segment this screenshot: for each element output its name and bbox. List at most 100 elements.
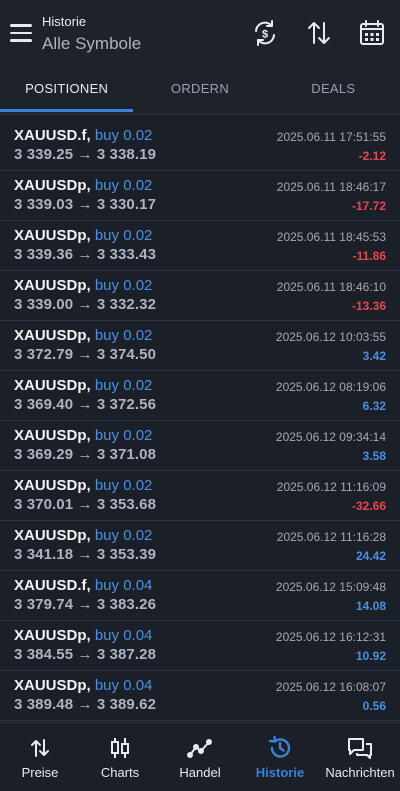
trade-profit: 3.42 bbox=[362, 349, 386, 363]
trade-time: 2025.06.12 16:08:07 bbox=[275, 680, 386, 694]
tab-positions[interactable]: POSITIONEN bbox=[0, 70, 134, 114]
app-header: Historie Alle Symbole $ bbox=[0, 0, 400, 70]
trade-side-volume: buy 0.04 bbox=[94, 627, 153, 644]
trade-profit: -32.66 bbox=[351, 499, 386, 513]
trade-side-volume: buy 0.02 bbox=[94, 477, 153, 494]
nav-item-preise[interactable]: Preise bbox=[0, 723, 80, 791]
trade-profit: 14.08 bbox=[355, 599, 386, 613]
trade-row[interactable]: XAUUSDp, buy 0.02 3 369.29 → 3 371.08 2025… bbox=[0, 421, 400, 471]
calendar-icon[interactable] bbox=[357, 18, 387, 48]
symbol-name: XAUUSDp, bbox=[14, 327, 91, 344]
chat-bubbles-icon bbox=[320, 735, 400, 761]
trade-symbol: XAUUSDp, buy 0.02 bbox=[14, 377, 152, 394]
trade-symbol: XAUUSDp, buy 0.04 bbox=[14, 627, 152, 644]
trade-row[interactable]: XAUUSDp, buy 0.02 3 339.36 → 3 333.43 2025… bbox=[0, 221, 400, 271]
nav-item-charts[interactable]: Charts bbox=[80, 723, 160, 791]
trade-side-volume: buy 0.04 bbox=[94, 577, 153, 594]
sort-arrows-icon[interactable] bbox=[304, 18, 334, 48]
open-close-prices: 3 384.55 → 3 387.28 bbox=[14, 646, 157, 663]
trade-symbol: XAUUSDp, buy 0.02 bbox=[14, 227, 152, 244]
trade-row[interactable]: XAUUSDp, buy 0.02 3 369.40 → 3 372.56 2025… bbox=[0, 371, 400, 421]
bottom-navigation: Preise Charts Handel Historie Nachrichte… bbox=[0, 722, 400, 791]
history-clock-icon bbox=[240, 735, 320, 761]
trade-row[interactable]: XAUUSDp, buy 0.02 3 341.18 → 3 353.39 2025… bbox=[0, 521, 400, 571]
trade-row[interactable]: XAUUSDp, buy 0.04 3 389.48 → 3 389.62 2025… bbox=[0, 671, 400, 721]
trade-profit: 3.58 bbox=[362, 449, 386, 463]
trade-row[interactable]: XAUUSDp, buy 0.04 3 384.55 → 3 387.28 2025… bbox=[0, 621, 400, 671]
symbol-name: XAUUSD.f, bbox=[14, 577, 91, 594]
tab-deals[interactable]: DEALS bbox=[267, 70, 400, 114]
trade-time: 2025.06.11 18:45:53 bbox=[276, 230, 386, 244]
trade-profit: -13.36 bbox=[351, 299, 386, 313]
trade-symbol: XAUUSDp, buy 0.02 bbox=[14, 277, 152, 294]
nav-label-charts: Charts bbox=[100, 765, 140, 780]
trade-time: 2025.06.12 11:16:09 bbox=[276, 480, 386, 494]
symbol-name: XAUUSDp, bbox=[14, 677, 91, 694]
trade-side-volume: buy 0.02 bbox=[94, 427, 153, 444]
symbol-filter-title[interactable]: Alle Symbole bbox=[42, 34, 141, 54]
svg-text:$: $ bbox=[262, 29, 268, 41]
trade-row[interactable]: XAUUSD.f, buy 0.02 3 339.25 → 3 338.19 202… bbox=[0, 121, 400, 171]
trade-profit: 10.92 bbox=[355, 649, 386, 663]
trade-time: 2025.06.11 18:46:17 bbox=[276, 180, 386, 194]
symbol-name: XAUUSDp, bbox=[14, 177, 91, 194]
open-close-prices: 3 370.01 → 3 353.68 bbox=[14, 496, 157, 513]
symbol-name: XAUUSDp, bbox=[14, 227, 91, 244]
symbol-name: XAUUSDp, bbox=[14, 427, 91, 444]
symbol-name: XAUUSDp, bbox=[14, 627, 91, 644]
trade-time: 2025.06.12 15:09:48 bbox=[275, 580, 386, 594]
open-close-prices: 3 379.74 → 3 383.26 bbox=[14, 596, 157, 613]
tabs-divider bbox=[0, 114, 400, 115]
trade-time: 2025.06.12 11:16:28 bbox=[276, 530, 386, 544]
nav-item-nachrichten[interactable]: Nachrichten bbox=[320, 723, 400, 791]
nav-label-handel: Handel bbox=[179, 765, 221, 780]
trade-profit: 6.32 bbox=[362, 399, 386, 413]
nav-label-historie: Historie bbox=[255, 765, 305, 780]
trade-side-volume: buy 0.02 bbox=[94, 177, 153, 194]
trade-profit: 24.42 bbox=[355, 549, 386, 563]
trade-row[interactable]: XAUUSDp, buy 0.02 3 339.00 → 3 332.32 2025… bbox=[0, 271, 400, 321]
tab-orders[interactable]: ORDERN bbox=[133, 70, 266, 114]
trade-side-volume: buy 0.02 bbox=[94, 527, 153, 544]
trade-time: 2025.06.12 16:12:31 bbox=[275, 630, 386, 644]
open-close-prices: 3 339.03 → 3 330.17 bbox=[14, 196, 157, 213]
open-close-prices: 3 369.29 → 3 371.08 bbox=[14, 446, 157, 463]
open-close-prices: 3 341.18 → 3 353.39 bbox=[14, 546, 157, 563]
trade-time: 2025.06.11 17:51:55 bbox=[276, 130, 386, 144]
history-tabs: POSITIONEN ORDERN DEALS bbox=[0, 70, 400, 114]
quotes-arrows-icon bbox=[0, 735, 80, 761]
trade-history-list: XAUUSD.f, buy 0.02 3 339.25 → 3 338.19 202… bbox=[0, 121, 400, 721]
trade-line-icon bbox=[160, 735, 240, 761]
trade-profit: -2.12 bbox=[358, 149, 386, 163]
open-close-prices: 3 369.40 → 3 372.56 bbox=[14, 396, 157, 413]
open-close-prices: 3 372.79 → 3 374.50 bbox=[14, 346, 157, 363]
currency-exchange-icon[interactable]: $ bbox=[250, 18, 280, 48]
trade-side-volume: buy 0.02 bbox=[94, 377, 153, 394]
trade-time: 2025.06.12 08:19:06 bbox=[275, 380, 386, 394]
nav-item-handel[interactable]: Handel bbox=[160, 723, 240, 791]
nav-item-historie[interactable]: Historie bbox=[240, 723, 320, 791]
trade-time: 2025.06.12 09:34:14 bbox=[275, 430, 386, 444]
trade-side-volume: buy 0.04 bbox=[94, 677, 153, 694]
open-close-prices: 3 389.48 → 3 389.62 bbox=[14, 696, 157, 713]
trade-symbol: XAUUSDp, buy 0.02 bbox=[14, 477, 152, 494]
candlestick-icon bbox=[80, 735, 160, 761]
trade-row[interactable]: XAUUSDp, buy 0.02 3 339.03 → 3 330.17 2025… bbox=[0, 171, 400, 221]
symbol-name: XAUUSDp, bbox=[14, 527, 91, 544]
trade-symbol: XAUUSDp, buy 0.04 bbox=[14, 677, 152, 694]
header-subtitle: Historie bbox=[42, 14, 87, 29]
trade-symbol: XAUUSDp, buy 0.02 bbox=[14, 427, 152, 444]
trade-side-volume: buy 0.02 bbox=[94, 227, 153, 244]
trade-symbol: XAUUSDp, buy 0.02 bbox=[14, 527, 152, 544]
trade-symbol: XAUUSD.f, buy 0.02 bbox=[14, 127, 152, 144]
trade-row[interactable]: XAUUSDp, buy 0.02 3 370.01 → 3 353.68 2025… bbox=[0, 471, 400, 521]
trade-side-volume: buy 0.02 bbox=[94, 277, 153, 294]
trade-symbol: XAUUSDp, buy 0.02 bbox=[14, 177, 152, 194]
trade-row[interactable]: XAUUSD.f, buy 0.04 3 379.74 → 3 383.26 202… bbox=[0, 571, 400, 621]
trade-time: 2025.06.11 18:46:10 bbox=[276, 280, 386, 294]
symbol-name: XAUUSDp, bbox=[14, 277, 91, 294]
symbol-name: XAUUSDp, bbox=[14, 377, 91, 394]
trade-row[interactable]: XAUUSDp, buy 0.02 3 372.79 → 3 374.50 2025… bbox=[0, 321, 400, 371]
hamburger-menu-icon[interactable] bbox=[10, 24, 32, 42]
trade-side-volume: buy 0.02 bbox=[94, 127, 153, 144]
